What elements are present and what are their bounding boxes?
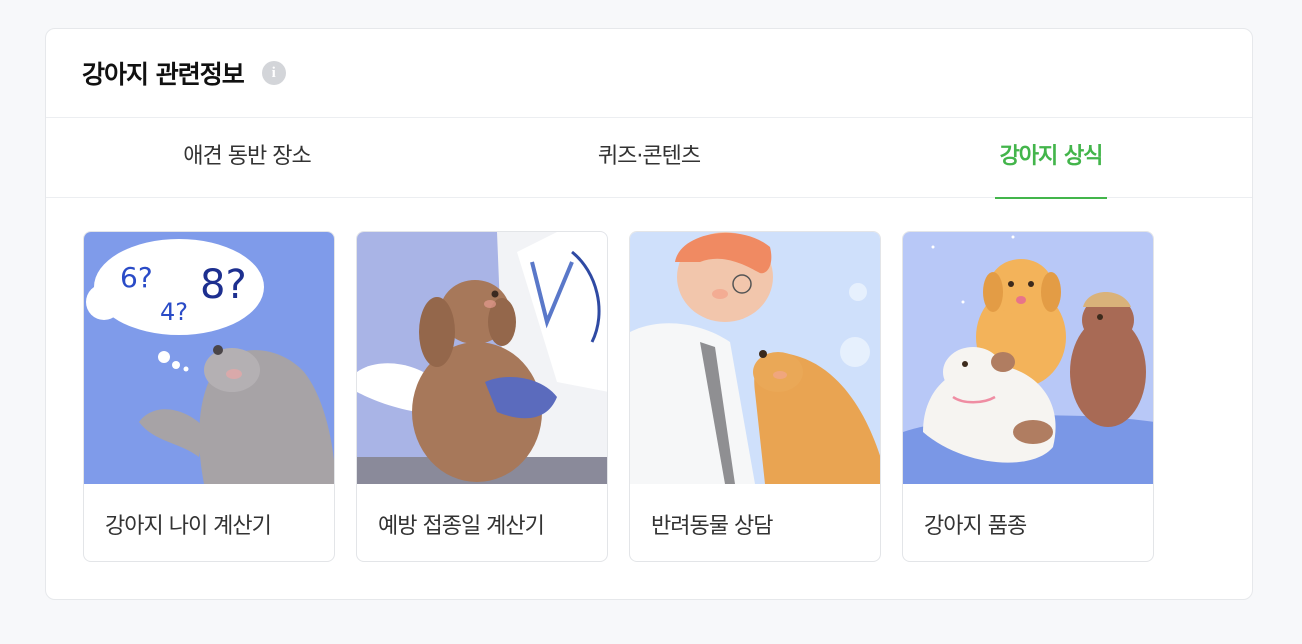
person-dog-illustration	[630, 232, 880, 484]
tab-label: 퀴즈·콘텐츠	[597, 143, 701, 169]
bubble-number: 4?	[160, 298, 188, 326]
tab-quiz-content[interactable]: 퀴즈·콘텐츠	[448, 118, 850, 197]
card-label: 강아지 나이 계산기	[105, 513, 272, 539]
card-dog-age-calculator[interactable]: 6? 4? 8? 강아지 나이 계산기	[83, 231, 335, 562]
tab-label: 강아지 상식	[994, 118, 1108, 199]
tab-dog-knowledge[interactable]: 강아지 상식	[850, 118, 1252, 199]
card-label: 강아지 품종	[924, 513, 1027, 539]
section-title: 강아지 관련정보	[82, 60, 245, 89]
card-vaccination-calculator[interactable]: 예방 접종일 계산기	[356, 231, 608, 562]
bubble-number: 8?	[200, 262, 247, 308]
card-label: 예방 접종일 계산기	[378, 513, 545, 539]
card-pet-consultation[interactable]: 반려동물 상담	[629, 231, 881, 562]
tab-label: 애견 동반 장소	[183, 143, 311, 169]
dog-info-panel: 강아지 관련정보 i 애견 동반 장소 퀴즈·콘텐츠 강아지 상식 6? 4?	[45, 28, 1253, 600]
vet-dog-illustration	[357, 232, 607, 484]
info-icon[interactable]: i	[261, 61, 286, 85]
bubble-number: 6?	[120, 261, 153, 294]
tab-pet-friendly-places[interactable]: 애견 동반 장소	[46, 118, 448, 197]
panel-header: 강아지 관련정보 i	[46, 29, 1252, 118]
dog-breeds-illustration	[903, 232, 1153, 484]
card-dog-breeds[interactable]: 강아지 품종	[902, 231, 1154, 562]
tab-bar: 애견 동반 장소 퀴즈·콘텐츠 강아지 상식	[46, 118, 1252, 199]
card-label: 반려동물 상담	[651, 513, 773, 539]
dog-thinking-illustration: 6? 4? 8?	[84, 232, 334, 484]
card-list: 6? 4? 8? 강아지 나이 계산기 예방 접종일 계산기 반려동물 상담 강…	[83, 231, 1154, 562]
